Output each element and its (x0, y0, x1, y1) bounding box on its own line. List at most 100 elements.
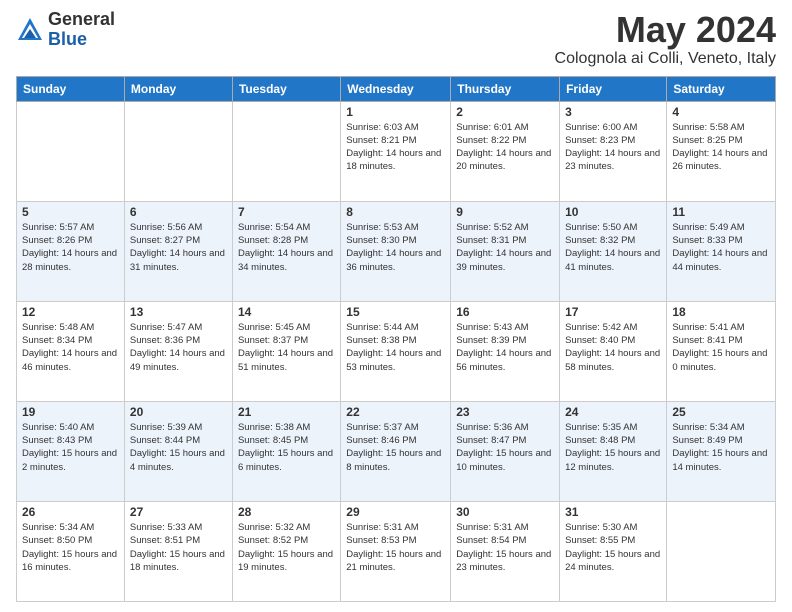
calendar-cell: 12 Sunrise: 5:48 AM Sunset: 8:34 PM Dayli… (17, 301, 125, 401)
day-info: Sunrise: 6:00 AM Sunset: 8:23 PM Dayligh… (565, 121, 661, 174)
col-friday: Friday (560, 76, 667, 101)
day-info: Sunrise: 5:31 AM Sunset: 8:53 PM Dayligh… (346, 521, 445, 574)
day-info: Sunrise: 5:30 AM Sunset: 8:55 PM Dayligh… (565, 521, 661, 574)
col-thursday: Thursday (451, 76, 560, 101)
col-saturday: Saturday (667, 76, 776, 101)
day-number: 4 (672, 105, 770, 119)
day-info: Sunrise: 5:33 AM Sunset: 8:51 PM Dayligh… (130, 521, 227, 574)
day-info: Sunrise: 5:40 AM Sunset: 8:43 PM Dayligh… (22, 421, 119, 474)
day-number: 30 (456, 505, 554, 519)
day-number: 27 (130, 505, 227, 519)
day-number: 2 (456, 105, 554, 119)
day-number: 13 (130, 305, 227, 319)
day-number: 28 (238, 505, 335, 519)
day-number: 29 (346, 505, 445, 519)
logo-text: General Blue (48, 10, 115, 50)
day-number: 24 (565, 405, 661, 419)
day-info: Sunrise: 5:43 AM Sunset: 8:39 PM Dayligh… (456, 321, 554, 374)
day-number: 9 (456, 205, 554, 219)
calendar-cell: 20 Sunrise: 5:39 AM Sunset: 8:44 PM Dayli… (124, 401, 232, 501)
calendar-cell: 23 Sunrise: 5:36 AM Sunset: 8:47 PM Dayli… (451, 401, 560, 501)
calendar-week-row: 26 Sunrise: 5:34 AM Sunset: 8:50 PM Dayli… (17, 501, 776, 601)
day-info: Sunrise: 5:38 AM Sunset: 8:45 PM Dayligh… (238, 421, 335, 474)
calendar-table: Sunday Monday Tuesday Wednesday Thursday… (16, 76, 776, 602)
day-info: Sunrise: 5:34 AM Sunset: 8:49 PM Dayligh… (672, 421, 770, 474)
day-info: Sunrise: 5:41 AM Sunset: 8:41 PM Dayligh… (672, 321, 770, 374)
calendar-cell: 22 Sunrise: 5:37 AM Sunset: 8:46 PM Dayli… (341, 401, 451, 501)
day-info: Sunrise: 5:32 AM Sunset: 8:52 PM Dayligh… (238, 521, 335, 574)
day-info: Sunrise: 5:56 AM Sunset: 8:27 PM Dayligh… (130, 221, 227, 274)
calendar-cell: 2Sunrise: 6:01 AM Sunset: 8:22 PM Daylig… (451, 101, 560, 201)
col-monday: Monday (124, 76, 232, 101)
calendar-cell: 5 Sunrise: 5:57 AM Sunset: 8:26 PM Daylig… (17, 201, 125, 301)
day-number: 3 (565, 105, 661, 119)
day-number: 19 (22, 405, 119, 419)
day-info: Sunrise: 5:48 AM Sunset: 8:34 PM Dayligh… (22, 321, 119, 374)
day-number: 11 (672, 205, 770, 219)
day-number: 1 (346, 105, 445, 119)
day-number: 22 (346, 405, 445, 419)
calendar-header: Sunday Monday Tuesday Wednesday Thursday… (17, 76, 776, 101)
day-info: Sunrise: 5:58 AM Sunset: 8:25 PM Dayligh… (672, 121, 770, 174)
title-block: May 2024 Colognola ai Colli, Veneto, Ita… (555, 10, 776, 68)
day-info: Sunrise: 5:52 AM Sunset: 8:31 PM Dayligh… (456, 221, 554, 274)
calendar-cell: 1Sunrise: 6:03 AM Sunset: 8:21 PM Daylig… (341, 101, 451, 201)
day-info: Sunrise: 5:44 AM Sunset: 8:38 PM Dayligh… (346, 321, 445, 374)
location-title: Colognola ai Colli, Veneto, Italy (555, 50, 776, 68)
day-info: Sunrise: 5:35 AM Sunset: 8:48 PM Dayligh… (565, 421, 661, 474)
calendar-cell: 21Sunrise: 5:38 AM Sunset: 8:45 PM Dayli… (232, 401, 340, 501)
day-number: 12 (22, 305, 119, 319)
calendar-cell: 9 Sunrise: 5:52 AM Sunset: 8:31 PM Daylig… (451, 201, 560, 301)
calendar-week-row: 5 Sunrise: 5:57 AM Sunset: 8:26 PM Daylig… (17, 201, 776, 301)
calendar-cell: 8Sunrise: 5:53 AM Sunset: 8:30 PM Daylig… (341, 201, 451, 301)
day-info: Sunrise: 5:42 AM Sunset: 8:40 PM Dayligh… (565, 321, 661, 374)
day-number: 26 (22, 505, 119, 519)
day-info: Sunrise: 5:54 AM Sunset: 8:28 PM Dayligh… (238, 221, 335, 274)
day-number: 25 (672, 405, 770, 419)
day-info: Sunrise: 5:53 AM Sunset: 8:30 PM Dayligh… (346, 221, 445, 274)
calendar-cell: 4 Sunrise: 5:58 AM Sunset: 8:25 PM Daylig… (667, 101, 776, 201)
col-tuesday: Tuesday (232, 76, 340, 101)
calendar-cell: 17 Sunrise: 5:42 AM Sunset: 8:40 PM Dayli… (560, 301, 667, 401)
day-info: Sunrise: 5:34 AM Sunset: 8:50 PM Dayligh… (22, 521, 119, 574)
page: General Blue May 2024 Colognola ai Colli… (0, 0, 792, 612)
calendar-cell: 24 Sunrise: 5:35 AM Sunset: 8:48 PM Dayli… (560, 401, 667, 501)
day-number: 5 (22, 205, 119, 219)
calendar-week-row: 12 Sunrise: 5:48 AM Sunset: 8:34 PM Dayli… (17, 301, 776, 401)
col-sunday: Sunday (17, 76, 125, 101)
calendar-cell: 16 Sunrise: 5:43 AM Sunset: 8:39 PM Dayli… (451, 301, 560, 401)
logo-icon (16, 16, 44, 44)
day-number: 17 (565, 305, 661, 319)
calendar-cell: 15 Sunrise: 5:44 AM Sunset: 8:38 PM Dayli… (341, 301, 451, 401)
day-info: Sunrise: 5:49 AM Sunset: 8:33 PM Dayligh… (672, 221, 770, 274)
calendar-cell: 28 Sunrise: 5:32 AM Sunset: 8:52 PM Dayli… (232, 501, 340, 601)
calendar-cell: 3 Sunrise: 6:00 AM Sunset: 8:23 PM Daylig… (560, 101, 667, 201)
header: General Blue May 2024 Colognola ai Colli… (16, 10, 776, 68)
calendar-week-row: 1Sunrise: 6:03 AM Sunset: 8:21 PM Daylig… (17, 101, 776, 201)
day-info: Sunrise: 5:37 AM Sunset: 8:46 PM Dayligh… (346, 421, 445, 474)
day-info: Sunrise: 5:36 AM Sunset: 8:47 PM Dayligh… (456, 421, 554, 474)
logo-blue: Blue (48, 30, 115, 50)
day-number: 15 (346, 305, 445, 319)
calendar-cell: 25 Sunrise: 5:34 AM Sunset: 8:49 PM Dayli… (667, 401, 776, 501)
day-number: 23 (456, 405, 554, 419)
day-number: 10 (565, 205, 661, 219)
month-title: May 2024 (555, 10, 776, 50)
day-number: 31 (565, 505, 661, 519)
calendar-cell: 13 Sunrise: 5:47 AM Sunset: 8:36 PM Dayli… (124, 301, 232, 401)
day-number: 20 (130, 405, 227, 419)
calendar-cell: 10Sunrise: 5:50 AM Sunset: 8:32 PM Dayli… (560, 201, 667, 301)
calendar-cell: 27 Sunrise: 5:33 AM Sunset: 8:51 PM Dayli… (124, 501, 232, 601)
calendar-cell: 29 Sunrise: 5:31 AM Sunset: 8:53 PM Dayli… (341, 501, 451, 601)
col-wednesday: Wednesday (341, 76, 451, 101)
day-number: 16 (456, 305, 554, 319)
day-info: Sunrise: 5:57 AM Sunset: 8:26 PM Dayligh… (22, 221, 119, 274)
day-number: 7 (238, 205, 335, 219)
calendar-cell: 7 Sunrise: 5:54 AM Sunset: 8:28 PM Daylig… (232, 201, 340, 301)
day-info: Sunrise: 5:47 AM Sunset: 8:36 PM Dayligh… (130, 321, 227, 374)
day-number: 6 (130, 205, 227, 219)
logo-general: General (48, 10, 115, 30)
day-info: Sunrise: 5:39 AM Sunset: 8:44 PM Dayligh… (130, 421, 227, 474)
calendar-cell (17, 101, 125, 201)
calendar-cell: 11 Sunrise: 5:49 AM Sunset: 8:33 PM Dayli… (667, 201, 776, 301)
